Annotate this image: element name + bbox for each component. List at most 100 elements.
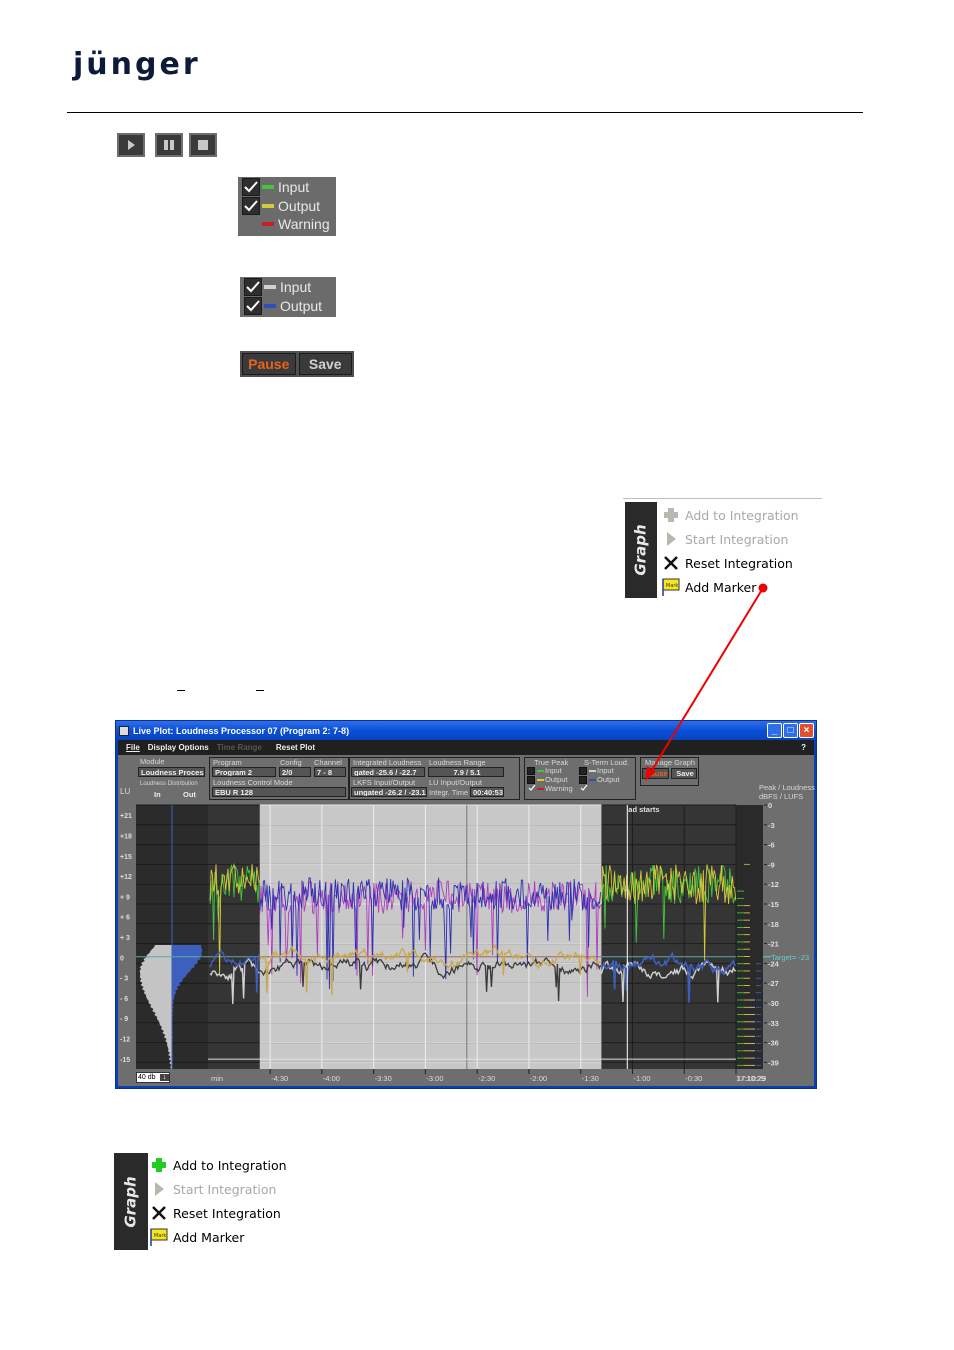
close-button[interactable]: × <box>799 723 814 738</box>
meter-peak-input-segment <box>737 1057 744 1059</box>
meter-peak-output-segment <box>744 919 750 921</box>
menu-reset-plot[interactable]: Reset Plot <box>276 743 315 752</box>
checkbox[interactable] <box>244 296 262 315</box>
clock-label: 17:10:29 <box>736 1074 765 1083</box>
left-tick-label: +21 <box>120 813 132 820</box>
save-button[interactable]: Save <box>298 353 352 375</box>
right-tick-label: -12 <box>768 880 779 889</box>
meter-peak-input-segment <box>737 1028 744 1030</box>
right-tick-label: -39 <box>768 1058 779 1067</box>
x-axis-label: min <box>211 1074 223 1083</box>
menu-item-add-marker[interactable]: Mark Add Marker <box>662 575 799 599</box>
meter-peak-input-segment <box>737 1006 744 1008</box>
play-button[interactable] <box>117 133 145 157</box>
meter-loudness-output-segment <box>756 1043 761 1045</box>
short-term-legend: Input Output <box>240 277 336 317</box>
meter-loudness-output-segment <box>756 992 761 994</box>
right-tick-label: -9 <box>768 860 775 869</box>
menu-item-add-to-integration[interactable]: Add to Integration <box>150 1153 287 1177</box>
meter-loudness-output-segment <box>756 970 761 972</box>
menu-item-label: Add Marker <box>685 579 757 595</box>
menu-item-add-marker[interactable]: Mark Add Marker <box>150 1225 287 1249</box>
meter-peak-output-segment <box>744 912 750 914</box>
meter-peak-output-segment <box>744 956 750 957</box>
right-tick-label: -15 <box>768 900 779 909</box>
live-plot-window: Live Plot: Loudness Processor 07 (Progra… <box>115 720 817 1089</box>
menu-item-label: Add Marker <box>173 1229 245 1245</box>
maximize-button[interactable]: □ <box>783 723 798 738</box>
meter-peak-input-segment <box>737 1050 744 1052</box>
pause-button[interactable] <box>155 133 183 157</box>
menu-file[interactable]: File <box>126 743 140 752</box>
meter-peak-output-segment <box>744 963 750 965</box>
graph-menu-top: Add to Integration Start Integration Reset… <box>662 503 799 599</box>
legend-item-input: Input <box>244 278 332 297</box>
checkbox[interactable] <box>244 278 262 297</box>
meter-loudness-output-segment <box>756 1035 761 1037</box>
pause-button[interactable]: Pause <box>242 353 296 375</box>
menu-item-reset-integration[interactable]: Reset Integration <box>662 551 799 575</box>
menu-item-label: Reset Integration <box>685 555 793 571</box>
meter-peak-input-segment <box>737 890 744 892</box>
minimize-button[interactable]: _ <box>767 723 782 738</box>
legend-label: Output <box>280 297 323 314</box>
meter-peak-output-segment <box>744 1021 750 1023</box>
menu-item-add-to-integration: Add to Integration <box>662 503 799 527</box>
legend-label: Output <box>278 197 321 214</box>
play-icon <box>150 1180 168 1198</box>
x-tick-label: -3:00 <box>426 1074 443 1083</box>
menu-item-label: Reset Integration <box>173 1205 281 1221</box>
left-tick-label: + 6 <box>120 915 130 922</box>
color-swatch <box>264 285 276 290</box>
meter-peak-output-segment <box>744 1050 750 1052</box>
meter-peak-input-segment <box>737 941 744 943</box>
target-label: Target= -23 <box>771 953 809 962</box>
marker-flag-icon: Mark <box>662 578 680 596</box>
x-tick-label: -2:30 <box>478 1074 495 1083</box>
checkbox[interactable] <box>242 178 260 197</box>
x-tick-label: -4:00 <box>323 1074 340 1083</box>
menu-divider <box>623 498 822 499</box>
meter-peak-output-segment <box>744 1064 750 1066</box>
meter-loudness-output-segment <box>756 977 761 979</box>
checkbox[interactable] <box>242 196 260 215</box>
meter-peak-input-segment <box>737 963 744 965</box>
meter-peak-input-segment <box>737 985 744 986</box>
meter-peak-input-segment <box>737 977 744 979</box>
menu-item-start-integration: Start Integration <box>662 527 799 551</box>
loudness-chart: -4:30 -4:00 -3:30 -3:00 -2:30 -2:00 -1:30 -1:00… <box>120 801 809 1083</box>
stop-button[interactable] <box>189 133 217 157</box>
meter-peak-output-segment <box>744 905 750 907</box>
left-tick-label: - 6 <box>120 996 128 1003</box>
menu-display-options[interactable]: Display Options <box>148 743 209 752</box>
marker-label: ad starts <box>628 805 659 814</box>
meter-loudness-input-segment <box>750 1006 755 1008</box>
range-select[interactable]: 40 db ↓ <box>136 1072 170 1083</box>
meter-loudness-input-segment <box>750 1021 755 1023</box>
meter-peak-output-segment <box>744 985 750 986</box>
meter-peak-input-segment <box>737 948 744 950</box>
menu-help[interactable]: ? <box>801 743 806 752</box>
cross-icon <box>150 1204 168 1222</box>
legend-item-output: Output <box>244 296 332 316</box>
meter-loudness-output-segment <box>756 1064 761 1066</box>
chevron-down-icon: ↓ <box>160 1074 169 1081</box>
left-tick-label: - 3 <box>120 976 128 983</box>
meter-loudness-output-segment <box>756 1050 761 1052</box>
meter-loudness-input-segment <box>750 1035 755 1037</box>
meter-loudness-input-segment <box>750 1050 755 1052</box>
meter-loudness-output-segment <box>756 1014 761 1015</box>
meter-loudness-output-segment <box>756 999 761 1001</box>
dash <box>256 690 264 691</box>
meter-peak-input-segment <box>737 897 744 899</box>
plot-panel: Module Loudness Process Loudness Distrib… <box>118 755 815 1086</box>
x-tick-label: -2:00 <box>530 1074 547 1083</box>
meter-peak-input-segment <box>737 1035 744 1037</box>
menu-item-reset-integration[interactable]: Reset Integration <box>150 1201 287 1225</box>
svg-text:Mark: Mark <box>666 583 678 589</box>
right-tick-label: -36 <box>768 1039 779 1048</box>
meter-peak-input-segment <box>737 905 744 907</box>
meter-peak-output-segment <box>744 1006 750 1008</box>
left-tick-label: 0 <box>120 955 124 962</box>
color-swatch <box>264 303 276 308</box>
